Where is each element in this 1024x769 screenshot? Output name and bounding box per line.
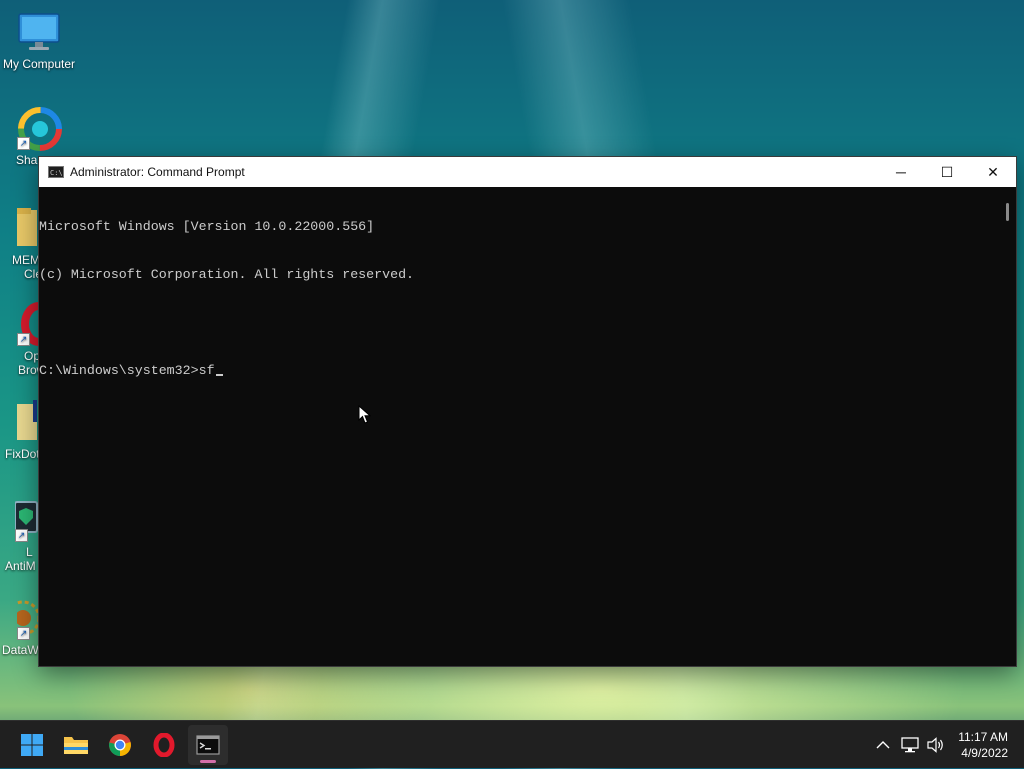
volume-button[interactable] [924, 721, 948, 769]
text-cursor [215, 374, 223, 376]
folder-icon [64, 737, 88, 754]
mouse-pointer-icon [358, 405, 372, 424]
tray-overflow-button[interactable] [872, 721, 894, 769]
window-controls: ─ ☐ ✕ [878, 157, 1016, 187]
window-titlebar[interactable]: C:\ Administrator: Command Prompt ─ ☐ ✕ [39, 157, 1016, 187]
shortcut-arrow-icon: ↗ [17, 137, 30, 150]
taskbar-file-explorer[interactable] [56, 725, 96, 765]
command-prompt-window[interactable]: C:\ Administrator: Command Prompt ─ ☐ ✕ … [39, 157, 1016, 666]
shortcut-arrow-icon: ↗ [17, 333, 30, 346]
taskbar-opera[interactable] [144, 725, 184, 765]
console-line: (c) Microsoft Corporation. All rights re… [39, 267, 415, 282]
sharex-icon: ↗ [17, 106, 62, 151]
clock-date: 4/9/2022 [961, 746, 1008, 760]
cmd-icon: C:\ [48, 166, 64, 178]
opera-icon [153, 733, 175, 757]
desktop-icon-label: My Computer [2, 57, 76, 71]
shortcut-arrow-icon: ↗ [17, 627, 30, 640]
network-button[interactable] [898, 721, 922, 769]
taskbar: 11:17 AM 4/9/2022 [0, 720, 1024, 768]
taskbar-chrome[interactable] [100, 725, 140, 765]
console-prompt-line[interactable]: C:\Windows\system32>sf [39, 363, 999, 379]
console-line: Microsoft Windows [Version 10.0.22000.55… [39, 219, 375, 234]
chrome-icon [108, 734, 131, 756]
active-app-indicator [200, 760, 216, 763]
console-output[interactable]: Microsoft Windows [Version 10.0.22000.55… [39, 187, 999, 666]
vertical-scrollbar[interactable] [999, 187, 1016, 666]
clock-time: 11:17 AM [958, 730, 1008, 744]
close-button[interactable]: ✕ [970, 157, 1016, 187]
windows-logo-icon [21, 734, 43, 756]
taskbar-clock[interactable]: 11:17 AM 4/9/2022 [948, 729, 1008, 761]
scrollbar-thumb[interactable] [1006, 203, 1009, 221]
window-title: Administrator: Command Prompt [70, 165, 245, 179]
start-button[interactable] [12, 725, 52, 765]
chevron-up-icon [876, 741, 890, 749]
shortcut-arrow-icon: ↗ [15, 529, 28, 542]
cmd-icon [196, 735, 220, 755]
desktop-icon-my-computer[interactable]: My Computer [0, 10, 78, 71]
console-prompt-text: C:\Windows\system32>sf [39, 363, 215, 378]
minimize-button[interactable]: ─ [878, 157, 924, 187]
network-icon [901, 737, 919, 753]
taskbar-command-prompt[interactable] [188, 725, 228, 765]
computer-monitor-icon [17, 10, 61, 54]
maximize-button[interactable]: ☐ [924, 157, 970, 187]
speaker-icon [927, 737, 943, 753]
